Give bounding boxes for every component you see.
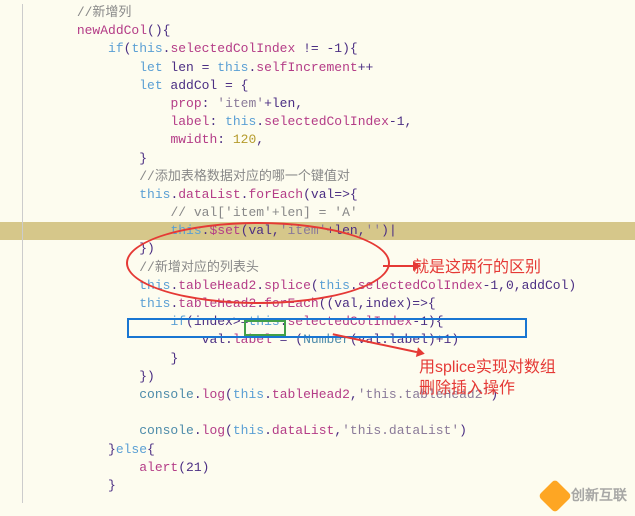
code-line[interactable]: let len = this.selfIncrement++ bbox=[0, 59, 635, 77]
code-line[interactable]: } bbox=[0, 150, 635, 168]
code-line-highlighted[interactable]: this.$set(val,'item'+len,'')| bbox=[0, 222, 635, 240]
watermark-icon bbox=[538, 479, 572, 513]
watermark: 创新互联 bbox=[543, 484, 627, 508]
code-line[interactable]: }else{ bbox=[0, 441, 635, 459]
code-line[interactable]: let addCol = { bbox=[0, 77, 635, 95]
code-line[interactable]: newAddCol(){ bbox=[0, 22, 635, 40]
code-line[interactable]: this.tableHead2.splice(this.selectedColI… bbox=[0, 277, 635, 295]
code-line[interactable]: this.dataList.forEach(val=>{ bbox=[0, 186, 635, 204]
fold-gutter bbox=[22, 4, 23, 503]
watermark-text: 创新互联 bbox=[571, 486, 627, 506]
code-line[interactable]: alert(21) bbox=[0, 459, 635, 477]
code-line[interactable]: label: this.selectedColIndex-1, bbox=[0, 113, 635, 131]
code-line[interactable]: prop: 'item'+len, bbox=[0, 95, 635, 113]
code-line[interactable]: //添加表格数据对应的哪一个键值对 bbox=[0, 168, 635, 186]
code-line[interactable]: if(this.selectedColIndex != -1){ bbox=[0, 40, 635, 58]
code-line[interactable]: }) bbox=[0, 240, 635, 258]
code-editor[interactable]: //新增列 newAddCol(){ if(this.selectedColIn… bbox=[0, 0, 635, 499]
code-line[interactable]: //新增列 bbox=[0, 4, 635, 22]
code-line[interactable] bbox=[0, 404, 635, 422]
code-line[interactable]: console.log(this.dataList,'this.dataList… bbox=[0, 422, 635, 440]
code-line[interactable]: mwidth: 120, bbox=[0, 131, 635, 149]
code-line[interactable]: if(index>=this.selectedColIndex-1){ bbox=[0, 313, 635, 331]
code-line[interactable]: val.label = (Number(val.label)+1) bbox=[0, 331, 635, 349]
code-line[interactable]: // val['item'+len] = 'A' bbox=[0, 204, 635, 222]
annotation-text-1: 就是这两行的区别 bbox=[413, 257, 541, 279]
annotation-text-2: 用splice实现对数组 删除插入操作 bbox=[419, 358, 556, 400]
code-line[interactable]: this.tableHead2.forEach((val,index)=>{ bbox=[0, 295, 635, 313]
